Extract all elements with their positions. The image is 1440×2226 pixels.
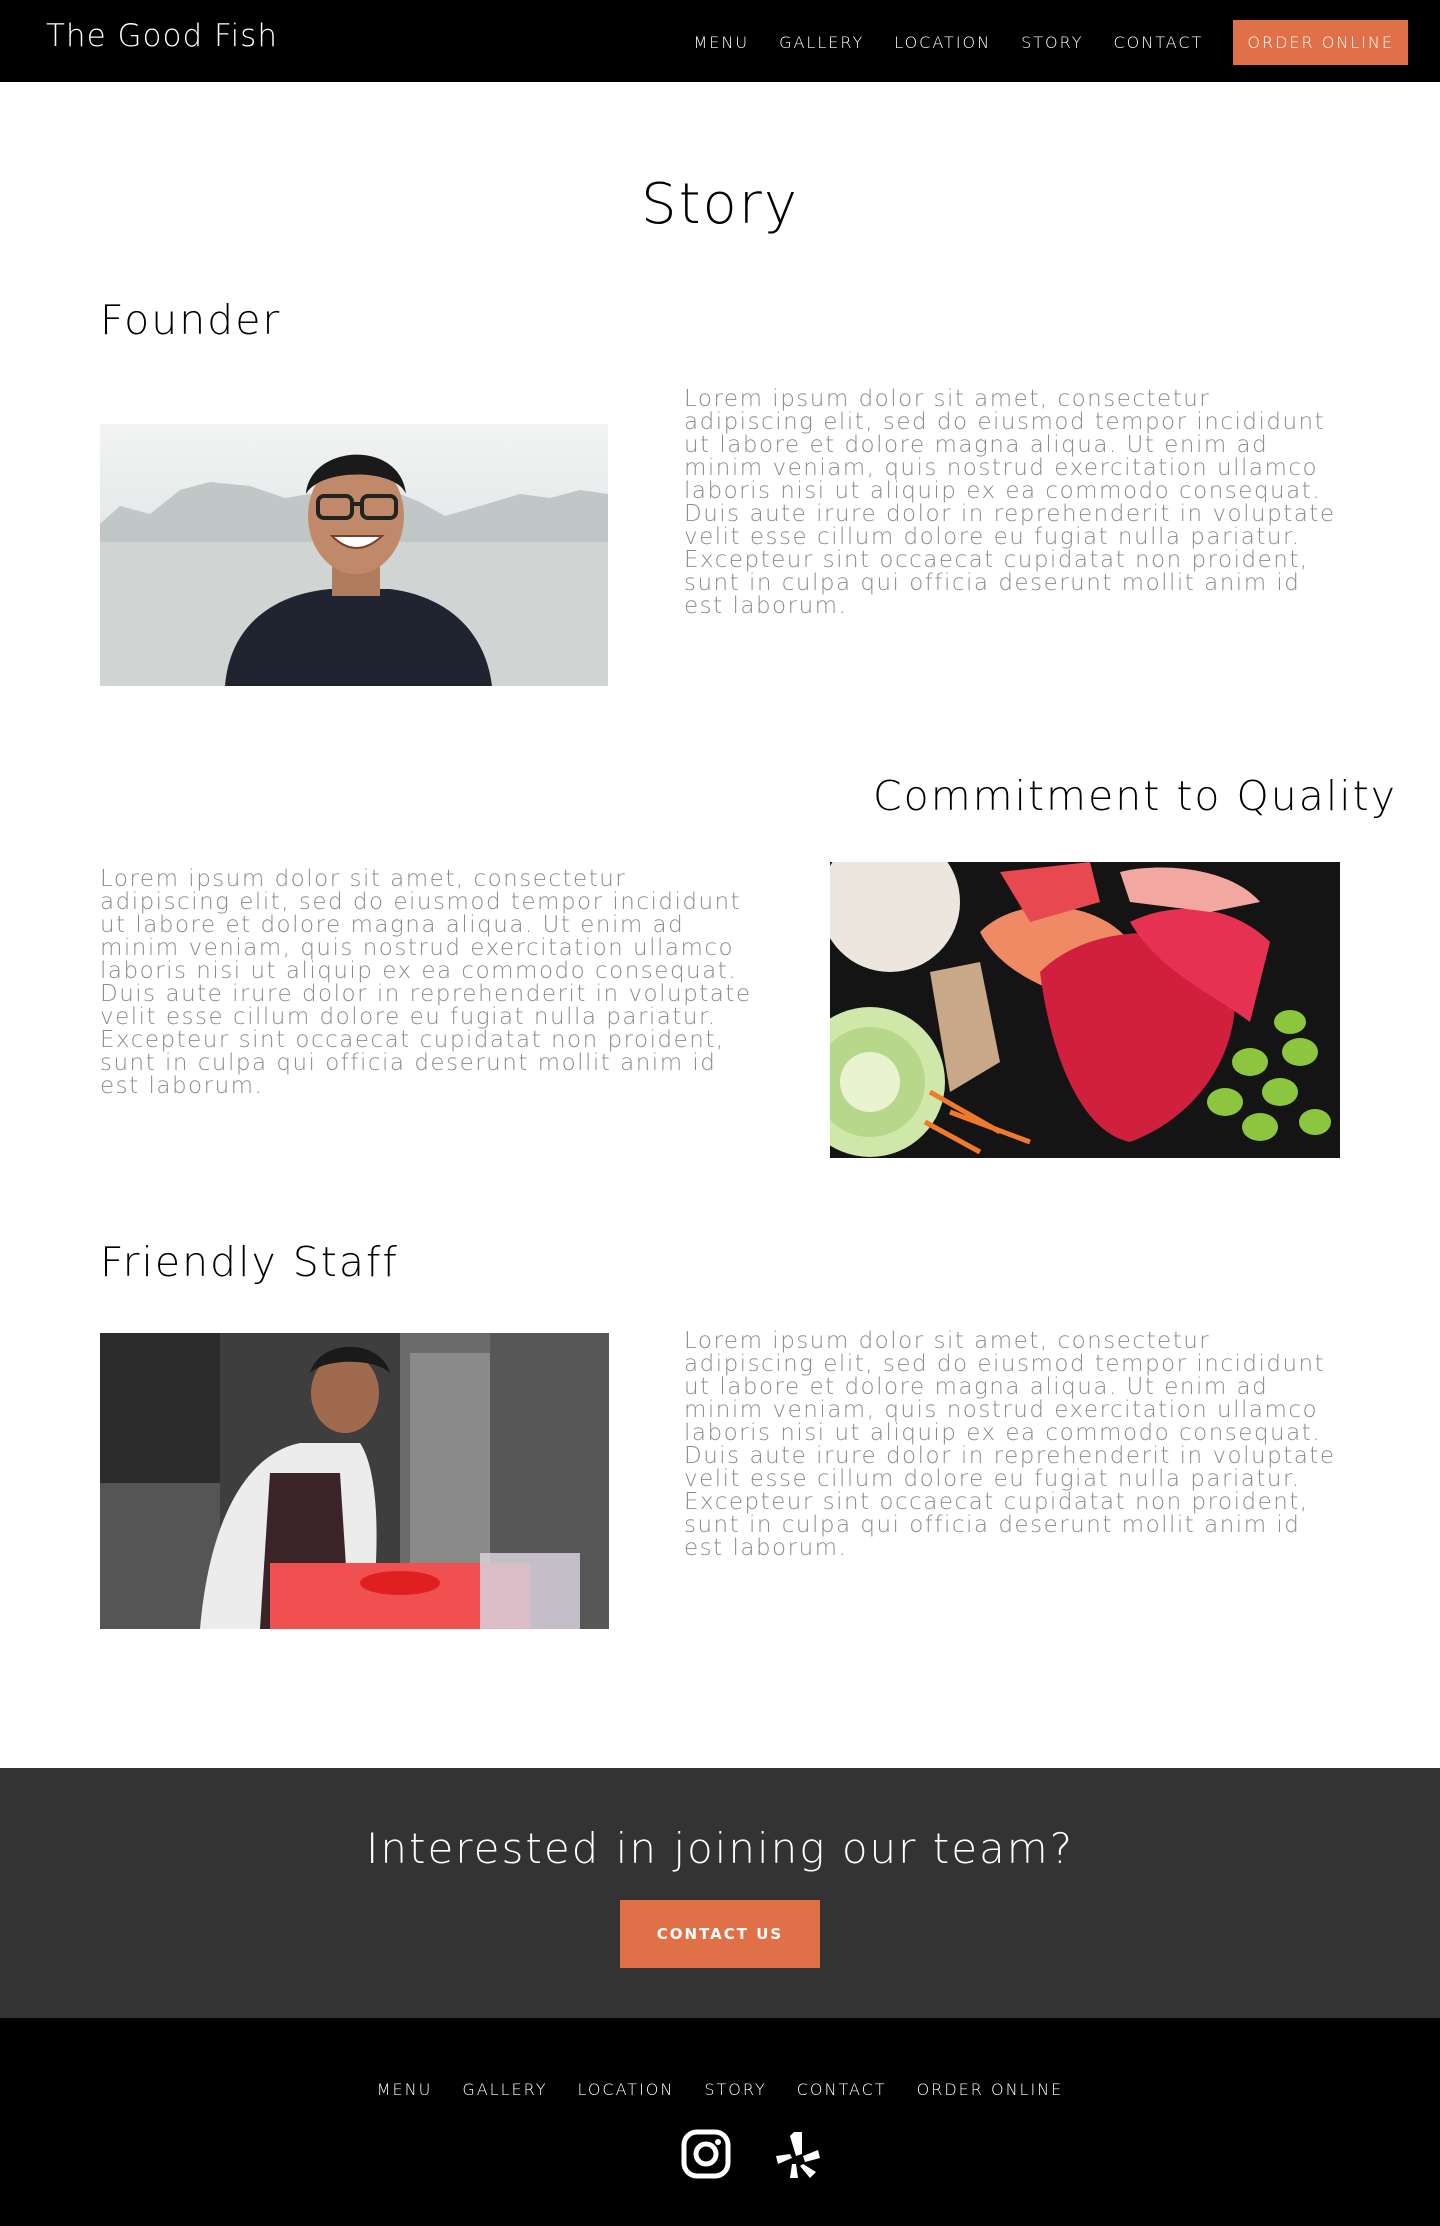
footer-nav-gallery[interactable]: GALLERY: [462, 2080, 547, 2099]
founder-heading: Founder: [100, 296, 282, 344]
footer-nav-menu[interactable]: MENU: [377, 2080, 433, 2099]
nav-menu[interactable]: MENU: [693, 33, 749, 52]
founder-text: Lorem ipsum dolor sit amet, consectetur …: [684, 386, 1336, 619]
quality-heading: Commitment to Quality: [873, 772, 1398, 820]
quality-text: Lorem ipsum dolor sit amet, consectetur …: [100, 866, 752, 1099]
nav-story[interactable]: STORY: [1021, 33, 1083, 52]
footer-nav-location[interactable]: LOCATION: [577, 2080, 674, 2099]
nav-location[interactable]: LOCATION: [894, 33, 991, 52]
instagram-icon[interactable]: [680, 2128, 732, 2180]
staff-heading: Friendly Staff: [100, 1238, 399, 1286]
footer-nav: MENU GALLERY LOCATION STORY CONTACT ORDE…: [0, 2080, 1440, 2099]
order-online-button[interactable]: ORDER ONLINE: [1233, 20, 1408, 65]
poke-bowl-art: [830, 862, 1340, 1158]
site-header: The Good Fish MENU GALLERY LOCATION STOR…: [0, 0, 1440, 82]
founder-photo-art: [100, 454, 608, 686]
contact-us-button[interactable]: CONTACT US: [620, 1900, 820, 1968]
join-team-title: Interested in joining our team?: [365, 1824, 1075, 1873]
staff-text: Lorem ipsum dolor sit amet, consectetur …: [684, 1328, 1336, 1561]
chef-art: [100, 1333, 609, 1629]
footer-nav-contact[interactable]: CONTACT: [797, 2080, 887, 2099]
page-title: Story: [641, 172, 799, 237]
footer-nav-story[interactable]: STORY: [704, 2080, 766, 2099]
nav-contact[interactable]: CONTACT: [1114, 33, 1204, 52]
site-footer: MENU GALLERY LOCATION STORY CONTACT ORDE…: [0, 2018, 1440, 2226]
nav-gallery[interactable]: GALLERY: [779, 33, 864, 52]
brand-logo[interactable]: The Good Fish: [46, 18, 278, 54]
staff-photo: [100, 1333, 609, 1629]
yelp-icon[interactable]: [772, 2128, 824, 2180]
footer-nav-order-online[interactable]: ORDER ONLINE: [917, 2080, 1064, 2099]
join-team-banner: Interested in joining our team? CONTACT …: [0, 1768, 1440, 2018]
founder-photo: [100, 424, 608, 686]
main-nav: MENU GALLERY LOCATION STORY CONTACT ORDE…: [663, 20, 1408, 65]
quality-photo: [830, 862, 1340, 1158]
social-links: [660, 2128, 844, 2180]
